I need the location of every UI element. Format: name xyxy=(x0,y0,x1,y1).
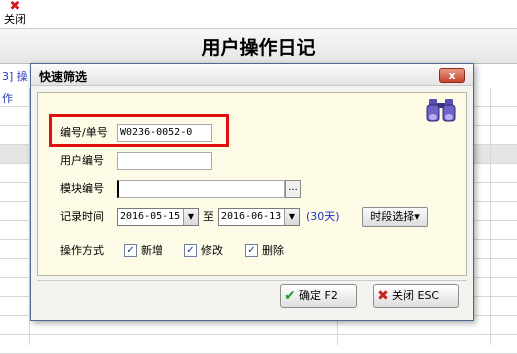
date-to-value: 2016-06-13 xyxy=(221,211,282,222)
footer-separator xyxy=(37,280,467,281)
background-strip: 3] 操作 xyxy=(2,70,28,105)
checkbox-modify-label: 修改 xyxy=(201,244,223,257)
checkbox-add[interactable]: ✓ xyxy=(124,244,137,257)
binoculars-icon xyxy=(426,99,456,122)
check-icon: ✓ xyxy=(247,245,256,256)
module-id-input[interactable] xyxy=(117,180,285,198)
user-id-label: 用户编号 xyxy=(60,154,104,167)
close-tool-label: 关闭 xyxy=(4,13,26,26)
confirm-button[interactable]: ✔ 确定 F2 xyxy=(280,284,357,308)
module-browse-button[interactable]: ... xyxy=(285,180,301,198)
date-to-select[interactable]: 2016-06-13 ▼ xyxy=(218,208,300,226)
close-x-icon: ✖ xyxy=(9,0,21,14)
number-label: 编号/单号 xyxy=(60,126,108,139)
dialog-close-button[interactable]: x xyxy=(439,68,465,83)
caret-down-icon: ▾ xyxy=(414,210,420,223)
chevron-down-icon: ▼ xyxy=(183,209,198,225)
number-input[interactable]: W0236-0052-0 xyxy=(117,124,212,142)
date-from-select[interactable]: 2016-05-15 ▼ xyxy=(117,208,199,226)
period-select-label: 时段选择 xyxy=(370,210,415,223)
user-id-input[interactable] xyxy=(117,152,212,170)
page-title: 用户操作日记 xyxy=(201,37,316,59)
module-id-label: 模块编号 xyxy=(60,182,104,195)
dialog-title-bar[interactable]: 快速筛选 x xyxy=(31,64,473,86)
close-button[interactable]: ✖ 关闭 ESC xyxy=(373,284,459,308)
close-label: 关闭 ESC xyxy=(392,289,440,302)
quick-filter-dialog: 快速筛选 x 编号/单号 W0236-0052-0 用户编号 模块编号 ... … xyxy=(30,63,474,321)
filter-form-panel: 编号/单号 W0236-0052-0 用户编号 模块编号 ... 记录时间 20… xyxy=(37,92,467,276)
close-x-icon: ✖ xyxy=(377,288,389,304)
dialog-title: 快速筛选 xyxy=(39,70,88,84)
close-tool-button[interactable]: ✖ 关闭 xyxy=(0,0,30,28)
check-icon: ✓ xyxy=(186,245,195,256)
checkbox-modify[interactable]: ✓ xyxy=(184,244,197,257)
date-from-value: 2016-05-15 xyxy=(120,211,181,222)
check-icon: ✓ xyxy=(126,245,135,256)
record-time-label: 记录时间 xyxy=(60,210,104,223)
operation-label: 操作方式 xyxy=(60,244,104,257)
period-select-button[interactable]: 时段选择▾ xyxy=(362,207,428,227)
checkbox-delete-label: 删除 xyxy=(262,244,284,257)
chevron-down-icon: ▼ xyxy=(284,209,299,225)
top-toolbar: ✖ 关闭 xyxy=(0,0,517,28)
check-icon: ✔ xyxy=(284,288,296,304)
day-count: (30天) xyxy=(306,210,340,223)
checkbox-delete[interactable]: ✓ xyxy=(245,244,258,257)
date-range-separator: 至 xyxy=(203,210,214,223)
checkbox-add-label: 新增 xyxy=(141,244,163,257)
confirm-label: 确定 F2 xyxy=(299,289,338,302)
grid-divider xyxy=(490,88,491,345)
